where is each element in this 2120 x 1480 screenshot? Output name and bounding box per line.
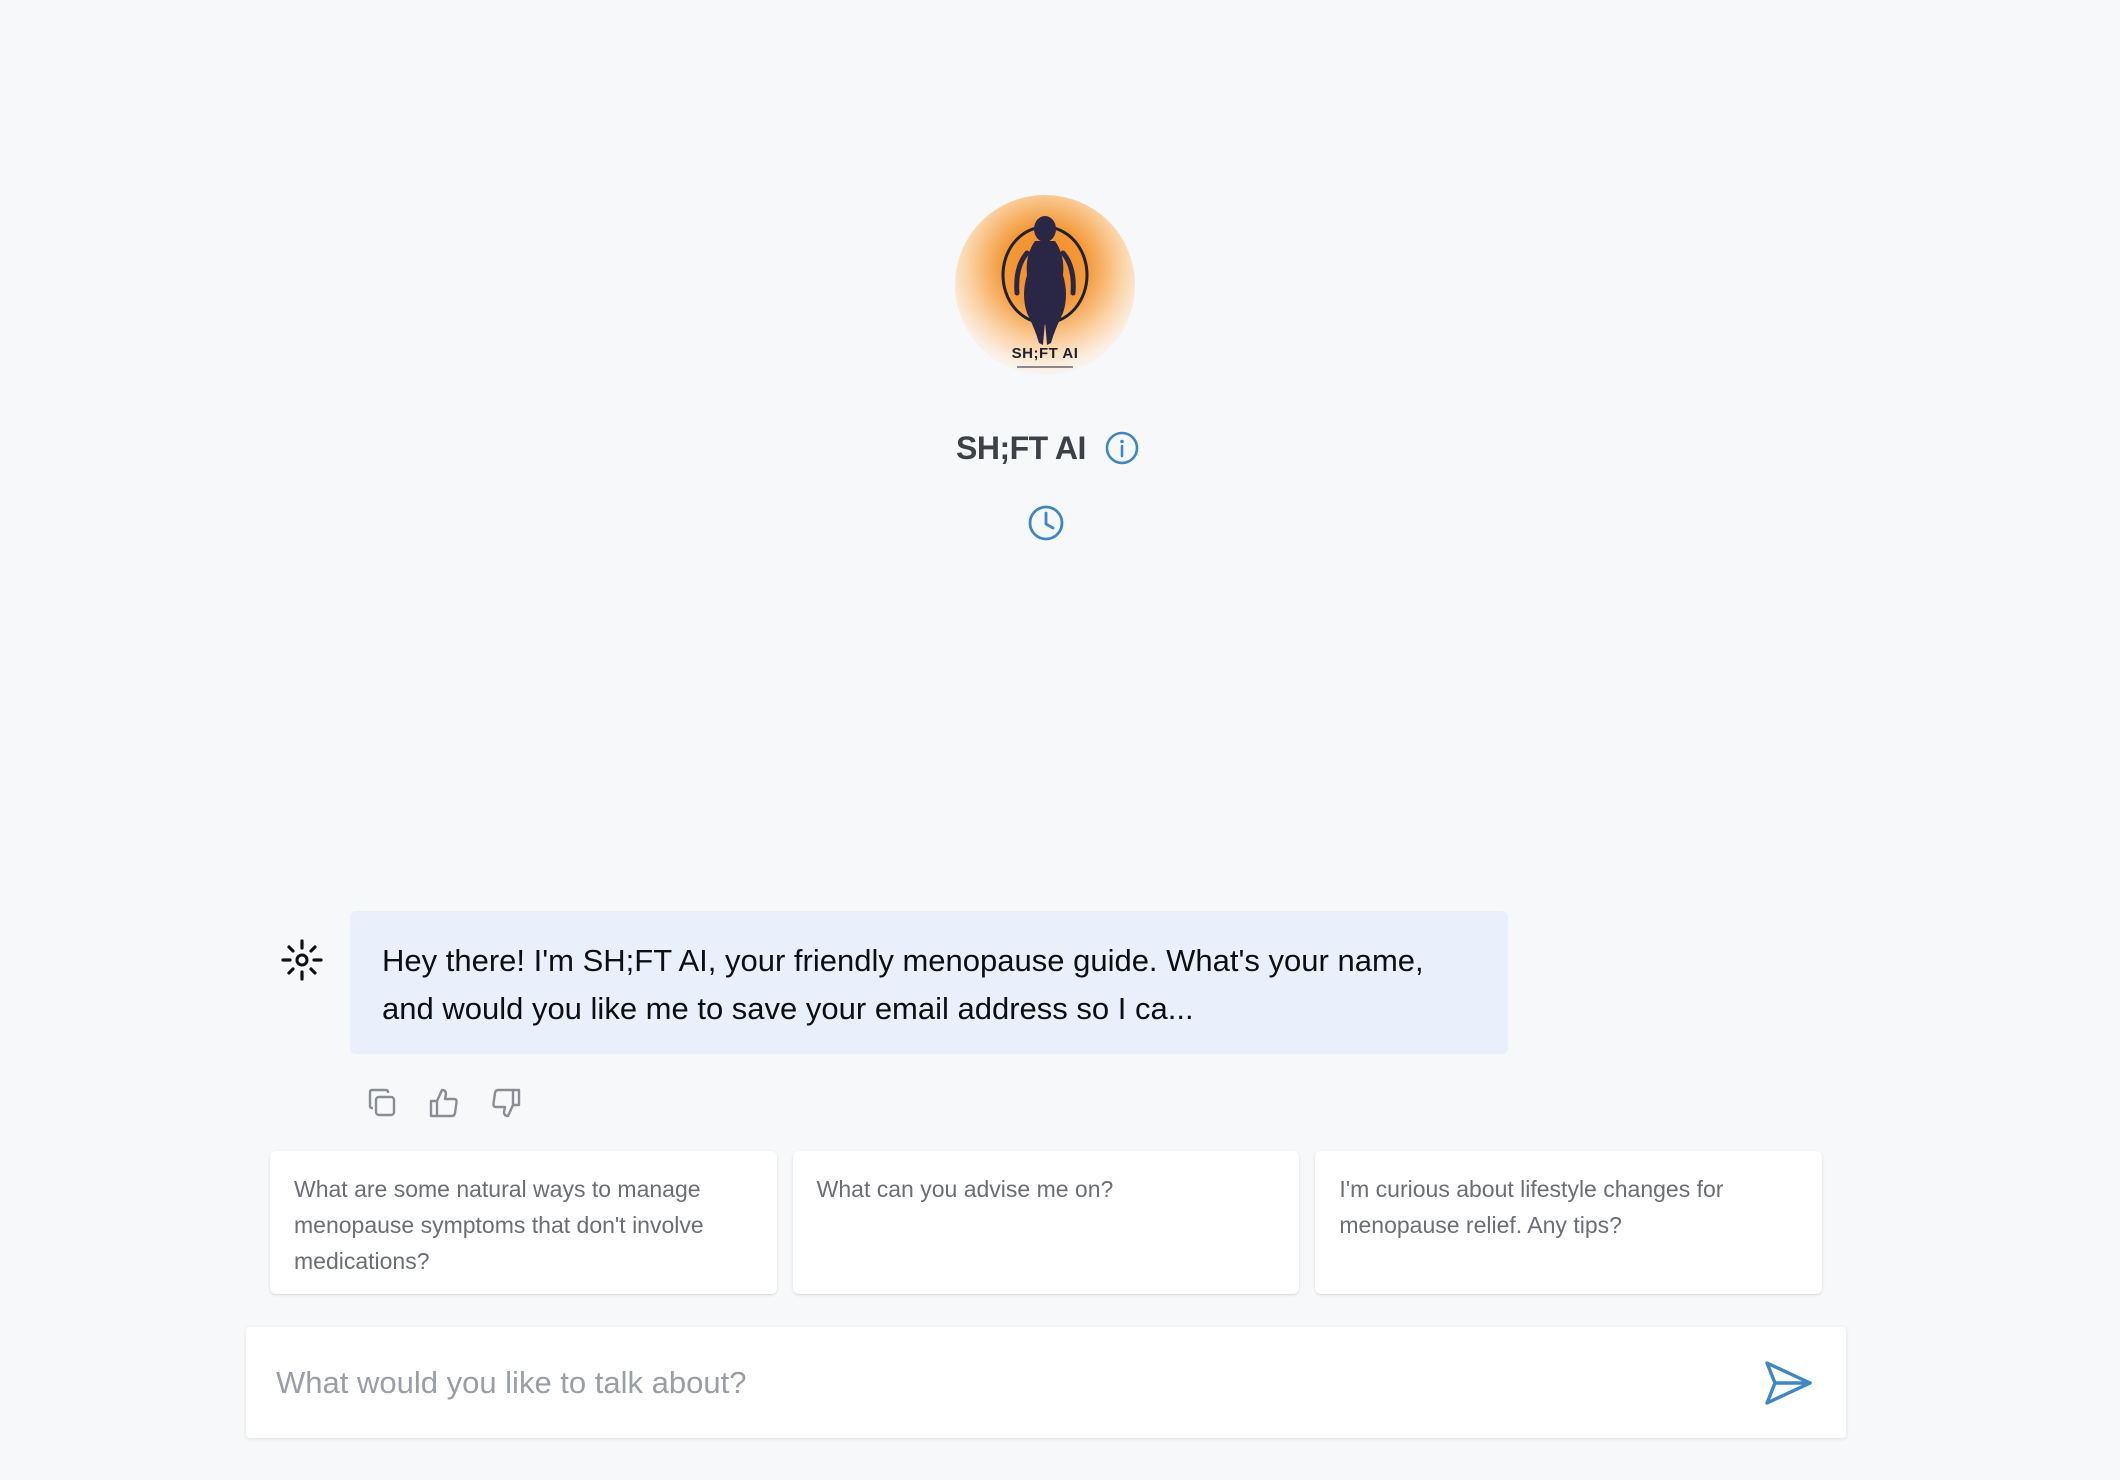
suggestion-card[interactable]: What can you advise me on? <box>792 1151 1300 1294</box>
clock-icon[interactable] <box>1026 503 1066 543</box>
assistant-message: Hey there! I'm SH;FT AI, your friendly m… <box>350 911 1508 1054</box>
thumbs-down-icon[interactable] <box>488 1085 524 1121</box>
title-row: SH;FT AI <box>956 420 1140 476</box>
copy-icon[interactable] <box>364 1085 400 1121</box>
send-icon[interactable] <box>1762 1357 1814 1409</box>
message-actions <box>364 1083 524 1123</box>
page-title: SH;FT AI <box>956 429 1086 466</box>
info-icon[interactable] <box>1104 430 1140 466</box>
message-input[interactable] <box>276 1327 1676 1438</box>
sparkle-icon <box>281 939 323 981</box>
chat-header: SH;FT AI SH;FT AI <box>0 0 2120 560</box>
composer <box>246 1327 1846 1438</box>
suggestion-card[interactable]: I'm curious about lifestyle changes for … <box>1315 1151 1823 1294</box>
logo-caption: SH;FT AI <box>1011 345 1079 362</box>
suggestion-card[interactable]: What are some natural ways to manage men… <box>270 1151 777 1294</box>
thumbs-up-icon[interactable] <box>426 1085 462 1121</box>
bot-logo: SH;FT AI <box>955 195 1135 375</box>
suggestion-list: What are some natural ways to manage men… <box>270 1151 1823 1294</box>
